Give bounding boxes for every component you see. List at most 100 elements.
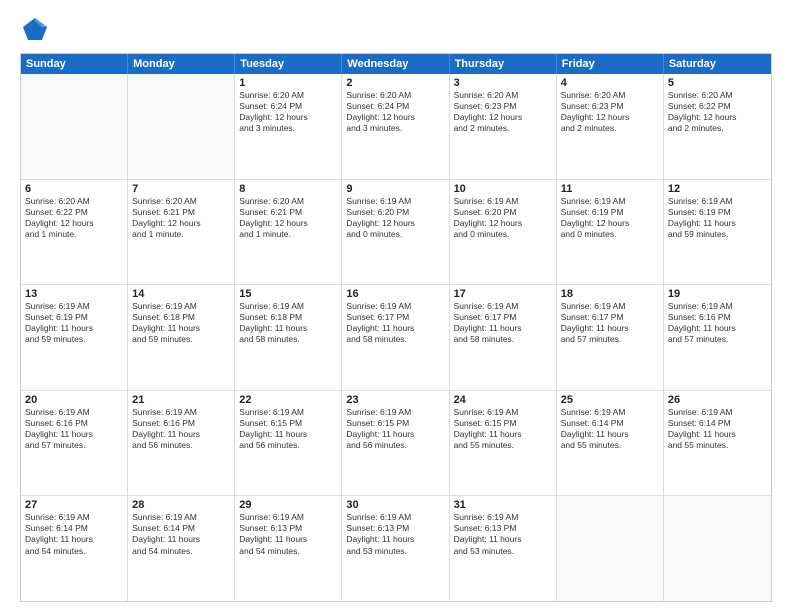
calendar-cell: 21Sunrise: 6:19 AM Sunset: 6:16 PM Dayli… bbox=[128, 391, 235, 496]
calendar-cell: 20Sunrise: 6:19 AM Sunset: 6:16 PM Dayli… bbox=[21, 391, 128, 496]
day-number: 18 bbox=[561, 288, 659, 300]
header-day-friday: Friday bbox=[557, 54, 664, 74]
header-day-thursday: Thursday bbox=[450, 54, 557, 74]
calendar-cell: 13Sunrise: 6:19 AM Sunset: 6:19 PM Dayli… bbox=[21, 285, 128, 390]
calendar-cell: 31Sunrise: 6:19 AM Sunset: 6:13 PM Dayli… bbox=[450, 496, 557, 601]
calendar-cell bbox=[664, 496, 771, 601]
calendar-cell: 27Sunrise: 6:19 AM Sunset: 6:14 PM Dayli… bbox=[21, 496, 128, 601]
day-number: 6 bbox=[25, 183, 123, 195]
day-info: Sunrise: 6:19 AM Sunset: 6:20 PM Dayligh… bbox=[346, 196, 444, 240]
day-number: 8 bbox=[239, 183, 337, 195]
day-number: 21 bbox=[132, 394, 230, 406]
day-number: 11 bbox=[561, 183, 659, 195]
day-number: 12 bbox=[668, 183, 767, 195]
day-number: 14 bbox=[132, 288, 230, 300]
calendar-row-5: 27 Sunrise: 6:19 AM Sunset: 6:14 PM Dayli… bbox=[21, 496, 771, 601]
day-info: Sunrise: 6:19 AM Sunset: 6:17 PM Dayligh… bbox=[346, 301, 444, 345]
day-info: Sunrise: 6:19 AM Sunset: 6:13 PM Dayligh… bbox=[239, 512, 337, 556]
calendar-row-4: 20Sunrise: 6:19 AM Sunset: 6:16 PM Dayli… bbox=[21, 391, 771, 497]
calendar-cell: 22Sunrise: 6:19 AM Sunset: 6:15 PM Dayli… bbox=[235, 391, 342, 496]
header-day-sunday: Sunday bbox=[21, 54, 128, 74]
day-number: 22 bbox=[239, 394, 337, 406]
calendar-cell bbox=[128, 74, 235, 179]
day-number: 15 bbox=[239, 288, 337, 300]
day-info: Sunrise: 6:19 AM Sunset: 6:13 PM Dayligh… bbox=[454, 512, 552, 556]
day-number: 31 bbox=[454, 499, 552, 511]
calendar-cell: 30Sunrise: 6:19 AM Sunset: 6:13 PM Dayli… bbox=[342, 496, 449, 601]
day-number: 16 bbox=[346, 288, 444, 300]
header-day-saturday: Saturday bbox=[664, 54, 771, 74]
day-info: Sunrise: 6:19 AM Sunset: 6:17 PM Dayligh… bbox=[454, 301, 552, 345]
calendar-cell: 11Sunrise: 6:19 AM Sunset: 6:19 PM Dayli… bbox=[557, 180, 664, 285]
day-info: Sunrise: 6:19 AM Sunset: 6:16 PM Dayligh… bbox=[668, 301, 767, 345]
calendar-row-1: 1Sunrise: 6:20 AM Sunset: 6:24 PM Daylig… bbox=[21, 74, 771, 180]
calendar-cell: 17Sunrise: 6:19 AM Sunset: 6:17 PM Dayli… bbox=[450, 285, 557, 390]
calendar-cell: 16Sunrise: 6:19 AM Sunset: 6:17 PM Dayli… bbox=[342, 285, 449, 390]
day-info: Sunrise: 6:20 AM Sunset: 6:21 PM Dayligh… bbox=[132, 196, 230, 240]
calendar-cell: 28Sunrise: 6:19 AM Sunset: 6:14 PM Dayli… bbox=[128, 496, 235, 601]
day-number: 9 bbox=[346, 183, 444, 195]
day-info: Sunrise: 6:19 AM Sunset: 6:16 PM Dayligh… bbox=[25, 407, 123, 451]
calendar-body: 1Sunrise: 6:20 AM Sunset: 6:24 PM Daylig… bbox=[21, 74, 771, 601]
day-info: Sunrise: 6:20 AM Sunset: 6:21 PM Dayligh… bbox=[239, 196, 337, 240]
calendar-cell: 5Sunrise: 6:20 AM Sunset: 6:22 PM Daylig… bbox=[664, 74, 771, 179]
day-number: 28 bbox=[132, 499, 230, 511]
day-info: Sunrise: 6:20 AM Sunset: 6:23 PM Dayligh… bbox=[561, 90, 659, 134]
calendar-cell: 24Sunrise: 6:19 AM Sunset: 6:15 PM Dayli… bbox=[450, 391, 557, 496]
day-info: Sunrise: 6:19 AM Sunset: 6:16 PM Dayligh… bbox=[132, 407, 230, 451]
calendar-cell bbox=[557, 496, 664, 601]
calendar-cell bbox=[21, 74, 128, 179]
calendar-cell: 10Sunrise: 6:19 AM Sunset: 6:20 PM Dayli… bbox=[450, 180, 557, 285]
day-info: Sunrise: 6:20 AM Sunset: 6:24 PM Dayligh… bbox=[346, 90, 444, 134]
header-day-tuesday: Tuesday bbox=[235, 54, 342, 74]
day-number: 23 bbox=[346, 394, 444, 406]
day-number: 5 bbox=[668, 77, 767, 89]
calendar-cell: 23Sunrise: 6:19 AM Sunset: 6:15 PM Dayli… bbox=[342, 391, 449, 496]
calendar-row-3: 13Sunrise: 6:19 AM Sunset: 6:19 PM Dayli… bbox=[21, 285, 771, 391]
day-number: 7 bbox=[132, 183, 230, 195]
day-info: Sunrise: 6:19 AM Sunset: 6:14 PM Dayligh… bbox=[132, 512, 230, 556]
day-info: Sunrise: 6:19 AM Sunset: 6:17 PM Dayligh… bbox=[561, 301, 659, 345]
calendar-cell: 12Sunrise: 6:19 AM Sunset: 6:19 PM Dayli… bbox=[664, 180, 771, 285]
page-header bbox=[20, 15, 772, 45]
logo bbox=[20, 15, 54, 45]
day-info: Sunrise: 6:19 AM Sunset: 6:14 PM Dayligh… bbox=[668, 407, 767, 451]
calendar-row-2: 6Sunrise: 6:20 AM Sunset: 6:22 PM Daylig… bbox=[21, 180, 771, 286]
day-info: Sunrise: 6:19 AM Sunset: 6:15 PM Dayligh… bbox=[454, 407, 552, 451]
calendar-cell: 18Sunrise: 6:19 AM Sunset: 6:17 PM Dayli… bbox=[557, 285, 664, 390]
day-number: 3 bbox=[454, 77, 552, 89]
day-number: 24 bbox=[454, 394, 552, 406]
calendar-cell: 14Sunrise: 6:19 AM Sunset: 6:18 PM Dayli… bbox=[128, 285, 235, 390]
day-number: 2 bbox=[346, 77, 444, 89]
day-info: Sunrise: 6:20 AM Sunset: 6:23 PM Dayligh… bbox=[454, 90, 552, 134]
day-info: Sunrise: 6:19 AM Sunset: 6:20 PM Dayligh… bbox=[454, 196, 552, 240]
calendar-cell: 29Sunrise: 6:19 AM Sunset: 6:13 PM Dayli… bbox=[235, 496, 342, 601]
calendar-cell: 3Sunrise: 6:20 AM Sunset: 6:23 PM Daylig… bbox=[450, 74, 557, 179]
day-number: 10 bbox=[454, 183, 552, 195]
calendar: SundayMondayTuesdayWednesdayThursdayFrid… bbox=[20, 53, 772, 602]
day-info: Sunrise: 6:19 AM Sunset: 6:18 PM Dayligh… bbox=[132, 301, 230, 345]
calendar-header: SundayMondayTuesdayWednesdayThursdayFrid… bbox=[21, 54, 771, 74]
day-info: Sunrise: 6:20 AM Sunset: 6:22 PM Dayligh… bbox=[25, 196, 123, 240]
calendar-cell: 25Sunrise: 6:19 AM Sunset: 6:14 PM Dayli… bbox=[557, 391, 664, 496]
day-info: Sunrise: 6:20 AM Sunset: 6:22 PM Dayligh… bbox=[668, 90, 767, 134]
calendar-cell: 6Sunrise: 6:20 AM Sunset: 6:22 PM Daylig… bbox=[21, 180, 128, 285]
day-number: 20 bbox=[25, 394, 123, 406]
day-info: Sunrise: 6:19 AM Sunset: 6:19 PM Dayligh… bbox=[561, 196, 659, 240]
day-info: Sunrise: 6:19 AM Sunset: 6:13 PM Dayligh… bbox=[346, 512, 444, 556]
day-info: Sunrise: 6:19 AM Sunset: 6:15 PM Dayligh… bbox=[239, 407, 337, 451]
calendar-cell: 1Sunrise: 6:20 AM Sunset: 6:24 PM Daylig… bbox=[235, 74, 342, 179]
header-day-monday: Monday bbox=[128, 54, 235, 74]
day-number: 26 bbox=[668, 394, 767, 406]
calendar-cell: 9Sunrise: 6:19 AM Sunset: 6:20 PM Daylig… bbox=[342, 180, 449, 285]
day-info: Sunrise: 6:19 AM Sunset: 6:15 PM Dayligh… bbox=[346, 407, 444, 451]
calendar-cell: 7Sunrise: 6:20 AM Sunset: 6:21 PM Daylig… bbox=[128, 180, 235, 285]
calendar-cell: 19Sunrise: 6:19 AM Sunset: 6:16 PM Dayli… bbox=[664, 285, 771, 390]
day-info: Sunrise: 6:19 AM Sunset: 6:19 PM Dayligh… bbox=[668, 196, 767, 240]
day-number: 27 bbox=[25, 499, 123, 511]
calendar-cell: 4Sunrise: 6:20 AM Sunset: 6:23 PM Daylig… bbox=[557, 74, 664, 179]
day-number: 25 bbox=[561, 394, 659, 406]
day-number: 13 bbox=[25, 288, 123, 300]
day-info: Sunrise: 6:19 AM Sunset: 6:18 PM Dayligh… bbox=[239, 301, 337, 345]
calendar-cell: 8Sunrise: 6:20 AM Sunset: 6:21 PM Daylig… bbox=[235, 180, 342, 285]
